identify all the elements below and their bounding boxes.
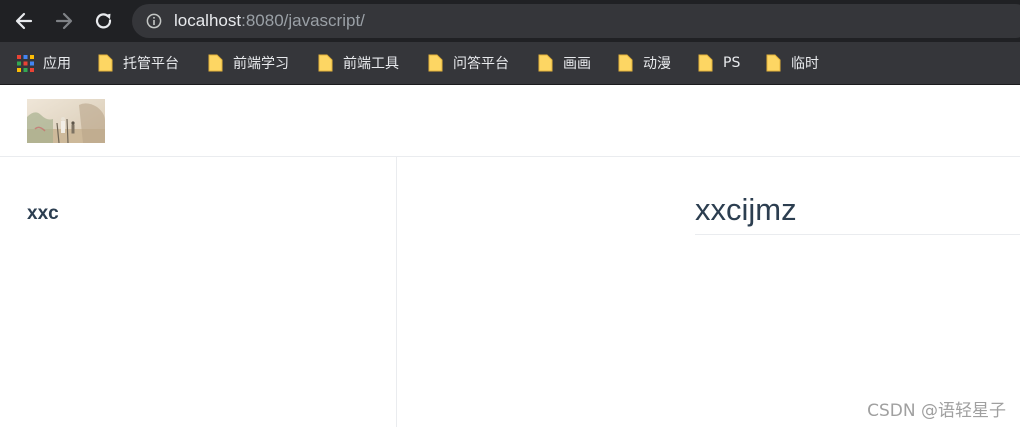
bookmark-folder[interactable]: 动漫 bbox=[617, 52, 671, 74]
reload-button[interactable] bbox=[91, 8, 117, 34]
bookmark-apps[interactable]: 应用 bbox=[17, 52, 71, 74]
bookmark-label: 动漫 bbox=[643, 56, 671, 72]
bookmark-folder[interactable]: PS bbox=[697, 52, 740, 74]
forward-button[interactable] bbox=[51, 8, 77, 34]
bookmark-folder[interactable]: 临时 bbox=[765, 52, 819, 74]
bookmark-label: 应用 bbox=[43, 56, 71, 72]
bookmark-label: 前端工具 bbox=[343, 56, 399, 72]
folder-icon bbox=[98, 54, 113, 72]
bookmark-folder[interactable]: 前端工具 bbox=[317, 52, 399, 74]
watermark-text: CSDN @语轻星子 bbox=[867, 401, 1006, 421]
bookmark-folder[interactable]: 问答平台 bbox=[427, 52, 509, 74]
bookmark-folder[interactable]: 画画 bbox=[537, 52, 591, 74]
site-logo-image[interactable] bbox=[27, 99, 105, 143]
url-host: localhost bbox=[174, 11, 242, 30]
bookmark-label: 问答平台 bbox=[453, 56, 509, 72]
page-title: xxcijmz bbox=[695, 190, 1020, 235]
sidebar-title[interactable]: xxc bbox=[27, 203, 59, 225]
sidebar: xxc bbox=[0, 157, 397, 427]
back-button[interactable] bbox=[11, 8, 37, 34]
site-navbar bbox=[0, 85, 1020, 157]
arrow-right-icon bbox=[55, 12, 73, 30]
address-bar[interactable]: localhost:8080/javascript/ bbox=[132, 4, 1020, 38]
folder-icon bbox=[318, 54, 333, 72]
reload-icon bbox=[95, 13, 112, 29]
url-path: :8080/javascript/ bbox=[241, 11, 365, 30]
bookmark-label: 托管平台 bbox=[123, 56, 179, 72]
folder-icon bbox=[618, 54, 633, 72]
arrow-left-icon bbox=[15, 12, 33, 30]
folder-icon bbox=[698, 54, 713, 72]
folder-icon bbox=[208, 54, 223, 72]
folder-icon bbox=[766, 54, 781, 72]
info-icon[interactable] bbox=[146, 13, 162, 29]
bookmark-folder[interactable]: 前端学习 bbox=[207, 52, 289, 74]
bookmark-label: PS bbox=[723, 55, 741, 71]
bookmark-folder[interactable]: 托管平台 bbox=[97, 52, 179, 74]
bookmark-label: 画画 bbox=[563, 56, 591, 72]
apps-grid-icon bbox=[17, 54, 34, 72]
bookmark-label: 前端学习 bbox=[233, 56, 289, 72]
bookmark-label: 临时 bbox=[791, 56, 819, 72]
url-text[interactable]: localhost:8080/javascript/ bbox=[174, 11, 365, 31]
browser-toolbar: localhost:8080/javascript/ bbox=[0, 0, 1020, 42]
folder-icon bbox=[428, 54, 443, 72]
bookmarks-bar: 应用 托管平台 前端学习 前端工具 问答平台 画画 动漫 PS 临时 bbox=[0, 42, 1020, 85]
folder-icon bbox=[538, 54, 553, 72]
